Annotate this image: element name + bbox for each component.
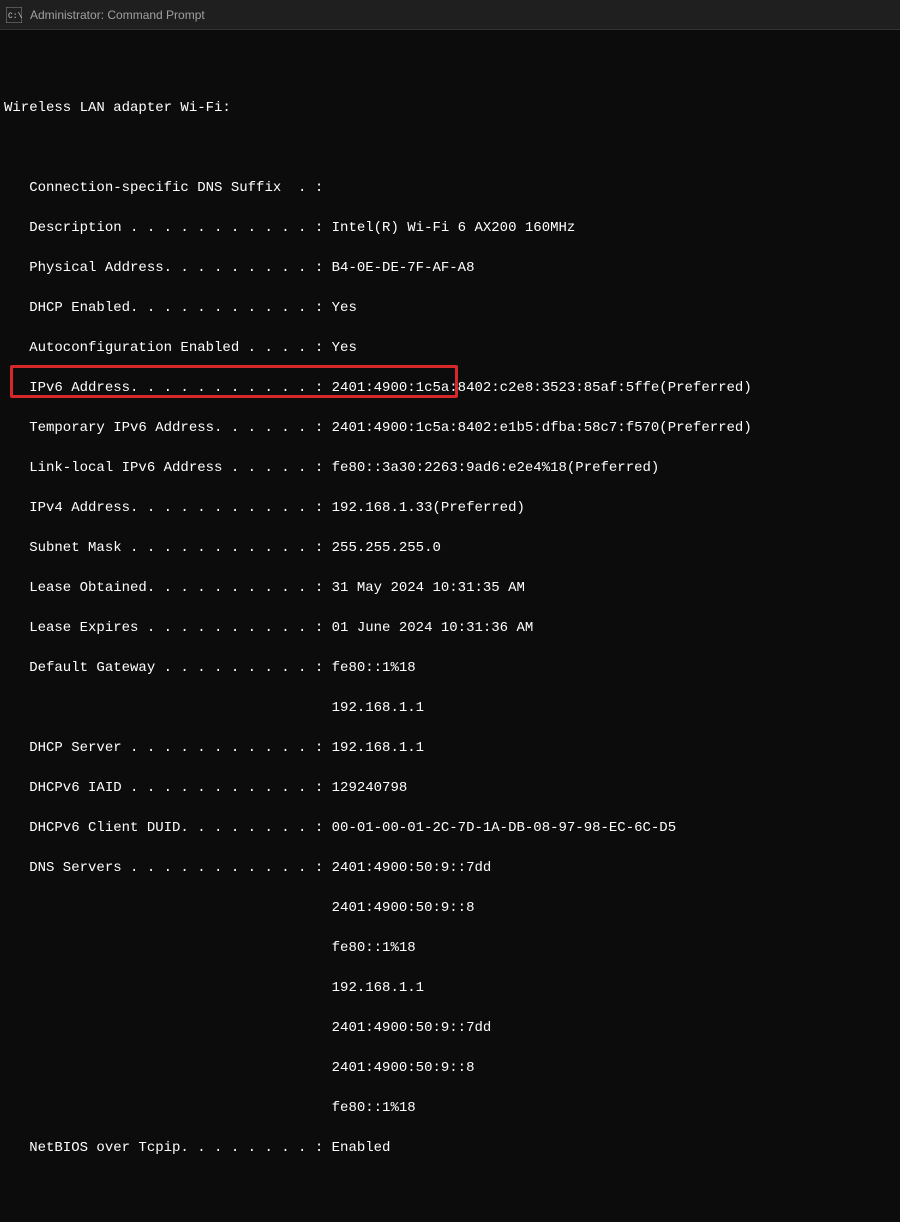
cmd-icon: C:\: [6, 7, 22, 23]
row-dns-suffix: Connection-specific DNS Suffix . :: [4, 178, 896, 198]
titlebar[interactable]: C:\ Administrator: Command Prompt: [0, 0, 900, 30]
row-ipv6: IPv6 Address. . . . . . . . . . . : 2401…: [4, 378, 896, 398]
row-autoconfig: Autoconfiguration Enabled . . . . : Yes: [4, 338, 896, 358]
row-dns: DNS Servers . . . . . . . . . . . : 2401…: [4, 858, 896, 878]
row-default-gw2: 192.168.1.1: [4, 698, 896, 718]
row-subnet: Subnet Mask . . . . . . . . . . . : 255.…: [4, 538, 896, 558]
row-dns5: 2401:4900:50:9::7dd: [4, 1018, 896, 1038]
row-physical: Physical Address. . . . . . . . . : B4-0…: [4, 258, 896, 278]
row-dns7: fe80::1%18: [4, 1098, 896, 1118]
row-lease-expires: Lease Expires . . . . . . . . . . : 01 J…: [4, 618, 896, 638]
row-description: Description . . . . . . . . . . . : Inte…: [4, 218, 896, 238]
titlebar-text: Administrator: Command Prompt: [30, 8, 205, 22]
row-dhcp-enabled: DHCP Enabled. . . . . . . . . . . : Yes: [4, 298, 896, 318]
row-link-local: Link-local IPv6 Address . . . . . : fe80…: [4, 458, 896, 478]
row-dns2: 2401:4900:50:9::8: [4, 898, 896, 918]
adapter-header: Wireless LAN adapter Wi-Fi:: [4, 98, 896, 118]
row-temp-ipv6: Temporary IPv6 Address. . . . . . : 2401…: [4, 418, 896, 438]
row-dns6: 2401:4900:50:9::8: [4, 1058, 896, 1078]
row-lease-obtained: Lease Obtained. . . . . . . . . . : 31 M…: [4, 578, 896, 598]
row-default-gw: Default Gateway . . . . . . . . . : fe80…: [4, 658, 896, 678]
row-netbios: NetBIOS over Tcpip. . . . . . . . : Enab…: [4, 1138, 896, 1158]
terminal-area[interactable]: Wireless LAN adapter Wi-Fi: Connection-s…: [0, 30, 900, 1222]
row-dhcpv6-iaid: DHCPv6 IAID . . . . . . . . . . . : 1292…: [4, 778, 896, 798]
row-dhcpv6-duid: DHCPv6 Client DUID. . . . . . . . : 00-0…: [4, 818, 896, 838]
row-dns4: 192.168.1.1: [4, 978, 896, 998]
row-ipv4: IPv4 Address. . . . . . . . . . . : 192.…: [4, 498, 896, 518]
row-dhcp-server: DHCP Server . . . . . . . . . . . : 192.…: [4, 738, 896, 758]
row-dns3: fe80::1%18: [4, 938, 896, 958]
svg-text:C:\: C:\: [8, 12, 22, 21]
